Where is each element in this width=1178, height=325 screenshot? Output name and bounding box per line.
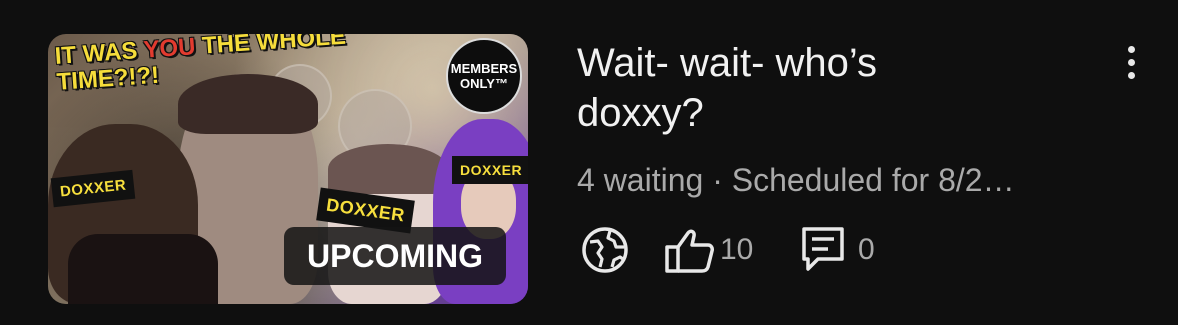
comments-button[interactable]: 0 [800, 225, 875, 275]
upcoming-badge: UPCOMING [284, 227, 506, 285]
like-count: 10 [720, 233, 754, 266]
visibility-button[interactable] [580, 225, 630, 275]
comment-icon [802, 227, 844, 271]
video-title-line: doxxy? [577, 91, 704, 135]
members-only-badge: MEMBERS ONLY™ [446, 38, 522, 114]
video-title[interactable]: Wait- wait- who’s doxxy? [577, 38, 1097, 138]
globe-icon [582, 227, 628, 273]
comment-count: 0 [858, 233, 875, 266]
members-badge-line1: MEMBERS [450, 61, 518, 76]
headline-highlight: YOU [142, 34, 197, 64]
video-thumbnail[interactable]: IT WAS YOU THE WHOLE TIME?!?! MEMBERS ON… [48, 34, 528, 304]
headline-part: THE WHOLE [194, 34, 347, 61]
video-title-line: Wait- wait- who’s [577, 41, 878, 85]
thumbs-up-icon [665, 229, 714, 273]
thumbnail-person-1 [48, 124, 218, 304]
like-button[interactable]: 10 [664, 225, 753, 275]
more-vert-icon[interactable] [1118, 42, 1144, 82]
doxxer-tag-right: DOXXER [452, 156, 528, 184]
video-meta: 4 waiting · Scheduled for 8/2… [577, 162, 1015, 198]
video-card[interactable]: IT WAS YOU THE WHOLE TIME?!?! MEMBERS ON… [0, 0, 1178, 325]
members-badge-line2: ONLY™ [460, 76, 508, 91]
